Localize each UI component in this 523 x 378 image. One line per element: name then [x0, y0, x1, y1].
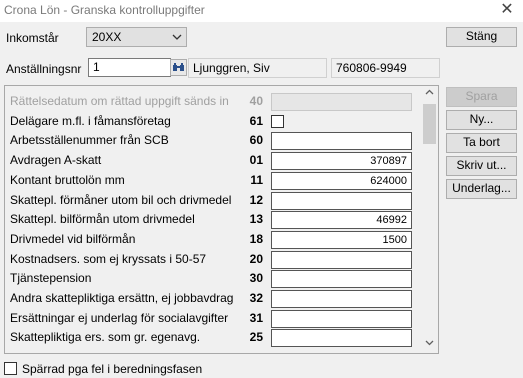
personal-id: 760806-9949	[331, 58, 440, 78]
income-year-select[interactable]: 20XX	[86, 27, 187, 47]
row-code: 13	[249, 212, 263, 227]
vertical-scrollbar[interactable]	[421, 86, 438, 353]
grid-row: Kostnadsers. som ej kryssats i 50-57 20	[5, 249, 425, 269]
row-code: 01	[249, 153, 263, 168]
row-code: 30	[249, 271, 263, 286]
row-code: 25	[249, 330, 263, 345]
grid-row: Drivmedel vid bilförmån 18 1500	[5, 229, 425, 249]
row-code: 32	[249, 291, 263, 305]
grid-row: Skattepliktiga ers. som gr. egenavg. 25	[5, 327, 425, 348]
row-label: Andra skattepliktiga ersättn, ej jobbavd…	[10, 291, 234, 305]
row-code: 12	[249, 192, 263, 207]
row-value-input[interactable]	[271, 270, 412, 289]
title-bar: Crona Lön - Granska kontrolluppgifter ✕	[0, 0, 523, 22]
print-button[interactable]: Skriv ut...	[446, 156, 517, 176]
blocked-checkbox[interactable]	[4, 362, 17, 375]
close-icon[interactable]: ✕	[499, 1, 515, 19]
grid-row: Andra skattepliktiga ersättn, ej jobbavd…	[5, 288, 425, 308]
row-code: 18	[249, 231, 263, 246]
row-label: Kostnadsers. som ej kryssats i 50-57	[10, 251, 207, 266]
row-value-input[interactable]: 46992	[271, 211, 412, 230]
employee-name: Ljunggren, Siv	[188, 58, 327, 78]
row-label: Kontant bruttolön mm	[10, 172, 125, 187]
save-button[interactable]: Spara	[446, 87, 517, 107]
row-code: 20	[249, 251, 263, 266]
row-value-input[interactable]: 1500	[271, 230, 412, 249]
row-code: 61	[249, 113, 263, 128]
row-label: Drivmedel vid bilförmån	[10, 231, 136, 246]
grid-row: Avdragen A-skatt 01 370897	[5, 150, 425, 171]
row-label: Tjänstepension	[10, 271, 92, 286]
row-label: Delägare m.fl. i fåmansföretag	[10, 113, 171, 128]
row-code: 60	[249, 133, 263, 148]
row-label: Arbetsställenummer från SCB	[10, 133, 169, 148]
blocked-label: Spärrad pga fel i beredningsfasen	[22, 362, 203, 376]
row-value-input[interactable]	[271, 309, 412, 328]
income-year-label: Inkomstår	[6, 31, 59, 45]
grid-row: Skattepl. förmåner utom bil och drivmede…	[5, 190, 425, 210]
grid-row: Arbetsställenummer från SCB 60	[5, 130, 425, 151]
row-value-input[interactable]	[271, 290, 412, 308]
employee-no-input[interactable]: 1	[88, 58, 171, 77]
grid-row: Delägare m.fl. i fåmansföretag 61	[5, 111, 425, 131]
row-label: Ersättningar ej underlag för socialavgif…	[10, 310, 229, 325]
grid-row: Ersättningar ej underlag för socialavgif…	[5, 308, 425, 328]
row-value-input[interactable]: 370897	[271, 152, 412, 171]
basis-button[interactable]: Underlag...	[446, 179, 517, 199]
control-data-grid: Rättelsedatum om rättad uppgift sänds in…	[4, 85, 439, 354]
row-value-input[interactable]	[271, 191, 412, 210]
row-label: Skattepl. förmåner utom bil och drivmede…	[10, 192, 232, 207]
scroll-thumb[interactable]	[423, 104, 436, 144]
grid-row: Rättelsedatum om rättad uppgift sänds in…	[5, 91, 425, 111]
binoculars-icon[interactable]	[170, 59, 187, 76]
row-value-input[interactable]	[271, 329, 412, 348]
grid-row: Kontant bruttolön mm 11 624000	[5, 170, 425, 190]
row-value-input[interactable]	[271, 132, 412, 151]
chevron-down-icon	[172, 29, 182, 48]
grid-row: Skattepl. bilförmån utom drivmedel 13 4699…	[5, 209, 425, 230]
delete-button[interactable]: Ta bort	[446, 133, 517, 153]
scroll-down-icon[interactable]	[421, 336, 438, 353]
row-checkbox[interactable]	[271, 114, 284, 128]
row-code: 40	[249, 94, 263, 108]
row-label: Skattepl. bilförmån utom drivmedel	[10, 212, 195, 227]
grid-row: Tjänstepension 30	[5, 268, 425, 289]
row-value-input[interactable]	[271, 250, 412, 269]
row-label: Rättelsedatum om rättad uppgift sänds in	[10, 94, 229, 108]
employee-no-label: Anställningsnr	[6, 62, 82, 76]
row-value-input	[271, 93, 412, 111]
window-title: Crona Lön - Granska kontrolluppgifter	[4, 3, 205, 17]
row-label: Skattepliktiga ers. som gr. egenavg.	[10, 330, 201, 345]
row-code: 11	[250, 172, 263, 187]
row-label: Avdragen A-skatt	[10, 153, 102, 168]
income-year-value: 20XX	[92, 30, 122, 44]
row-code: 31	[249, 310, 263, 325]
row-value-input[interactable]: 624000	[271, 171, 412, 190]
scroll-up-icon[interactable]	[421, 86, 438, 103]
new-button[interactable]: Ny...	[446, 110, 517, 130]
close-button[interactable]: Stäng	[446, 27, 517, 47]
